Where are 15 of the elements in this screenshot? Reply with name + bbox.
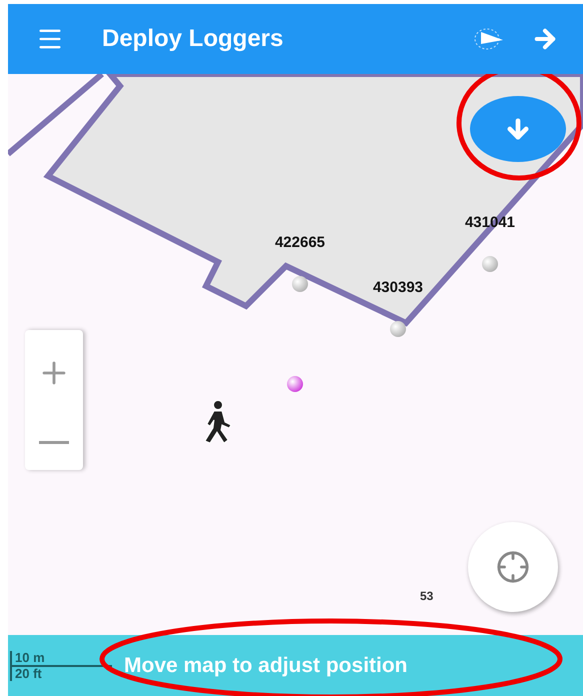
logger-label: 422665: [274, 234, 326, 251]
logger-marker[interactable]: [390, 321, 406, 337]
logger-label: 431041: [464, 214, 516, 231]
map[interactable]: 422665 431041 430393 53: [8, 74, 583, 635]
logger-marker[interactable]: [292, 276, 308, 292]
scale-label: 10 m: [12, 650, 112, 666]
window-title: Deploy Loggers: [102, 25, 284, 53]
crosshair-icon: [496, 550, 530, 584]
map-label: 53: [420, 589, 434, 603]
status-message: Move map to adjust position: [124, 654, 408, 678]
logger-marker[interactable]: [482, 256, 498, 272]
logger-label: 430393: [372, 279, 424, 296]
scale-label: 20 ft: [14, 666, 43, 680]
position-marker: [287, 376, 303, 392]
minus-icon: [39, 441, 69, 444]
